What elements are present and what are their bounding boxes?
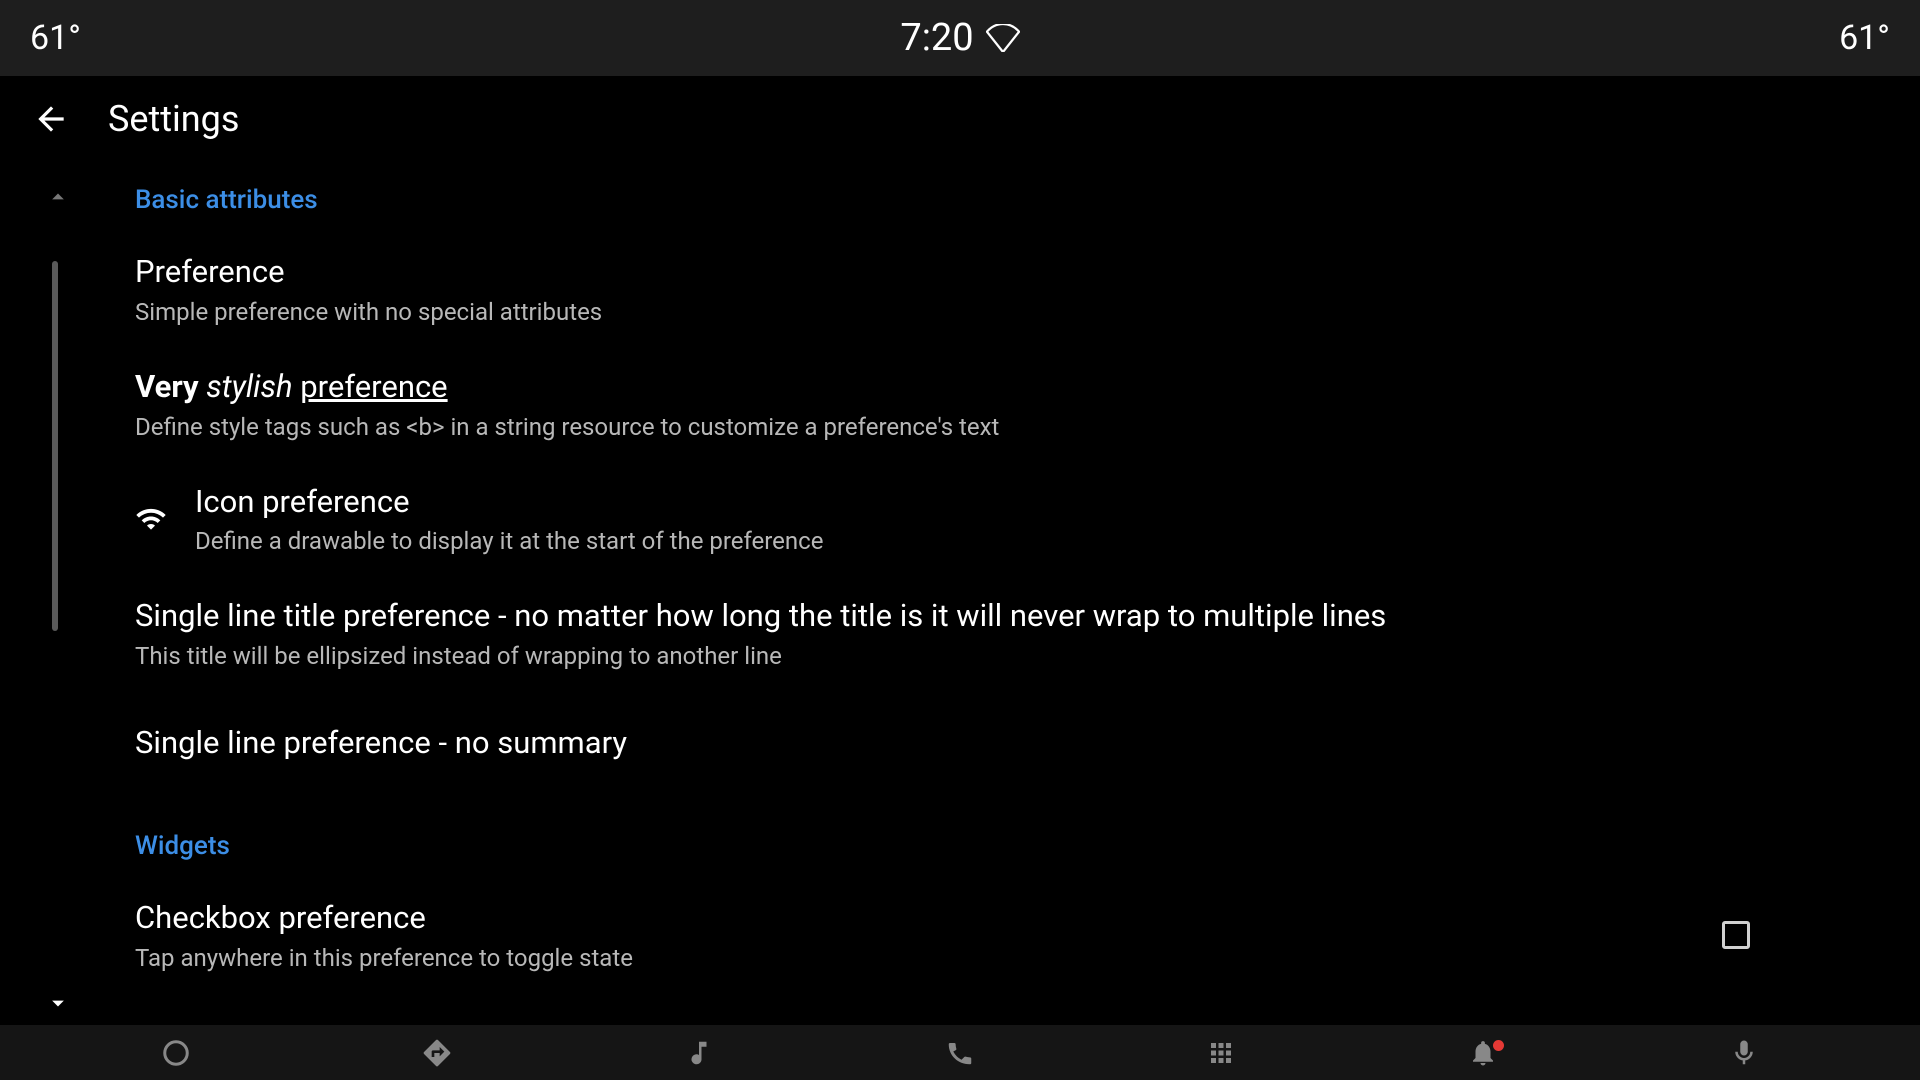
notification-dot-icon (1493, 1040, 1504, 1051)
nav-mic-icon[interactable] (1614, 1038, 1875, 1068)
preference-summary: Simple preference with no special attrib… (135, 298, 1860, 326)
temperature-right[interactable]: 61° (1839, 18, 1890, 58)
category-widgets: Widgets (135, 781, 1860, 875)
preference-single-line-title[interactable]: Single line title preference - no matter… (135, 573, 1860, 688)
preference-title: Preference (135, 253, 1860, 292)
preference-icon[interactable]: Icon preference Define a drawable to dis… (135, 459, 1860, 574)
wifi-icon (135, 503, 195, 535)
preference-title: Single line preference - no summary (135, 724, 1860, 763)
nav-directions-icon[interactable] (306, 1037, 567, 1069)
preference-no-summary[interactable]: Single line preference - no summary (135, 688, 1860, 781)
preference-summary: Define style tags such as <b> in a strin… (135, 413, 1860, 441)
preference-checkbox[interactable]: Checkbox preference Tap anywhere in this… (135, 875, 1860, 990)
category-basic-attributes: Basic attributes (135, 161, 1860, 229)
nav-phone-icon[interactable] (829, 1038, 1090, 1068)
preference-title: Icon preference (195, 483, 1860, 522)
checkbox[interactable] (1722, 921, 1750, 949)
preference-summary: Define a drawable to display it at the s… (195, 527, 1860, 555)
nav-music-icon[interactable] (568, 1038, 829, 1068)
scrollbar-thumb[interactable] (52, 261, 58, 631)
scroll-down-chevron-icon[interactable] (44, 989, 72, 1017)
page-title: Settings (108, 98, 239, 140)
back-arrow-icon[interactable] (32, 100, 70, 138)
nav-apps-icon[interactable] (1091, 1038, 1352, 1068)
preference-stylish[interactable]: Very stylish preference Define style tag… (135, 344, 1860, 459)
preferences-list: Basic attributes Preference Simple prefe… (0, 161, 1920, 1025)
wifi-outline-icon (986, 24, 1020, 52)
clock: 7:20 (900, 16, 973, 60)
nav-notifications-icon[interactable] (1352, 1038, 1613, 1068)
preference-summary: Tap anywhere in this preference to toggl… (135, 944, 1722, 972)
nav-bar (0, 1025, 1920, 1080)
preference-title: Single line title preference - no matter… (135, 597, 1860, 636)
preference-simple[interactable]: Preference Simple preference with no spe… (135, 229, 1860, 344)
status-bar: 61° 7:20 61° (0, 0, 1920, 76)
preference-title: Checkbox preference (135, 899, 1722, 938)
app-bar: Settings (0, 76, 1920, 161)
scroll-up-chevron-icon[interactable] (44, 183, 72, 211)
nav-home-icon[interactable] (45, 1038, 306, 1068)
preference-summary: This title will be ellipsized instead of… (135, 642, 1860, 670)
status-center: 7:20 (900, 16, 1019, 60)
preference-title: Very stylish preference (135, 368, 1860, 407)
temperature-left[interactable]: 61° (30, 18, 81, 58)
